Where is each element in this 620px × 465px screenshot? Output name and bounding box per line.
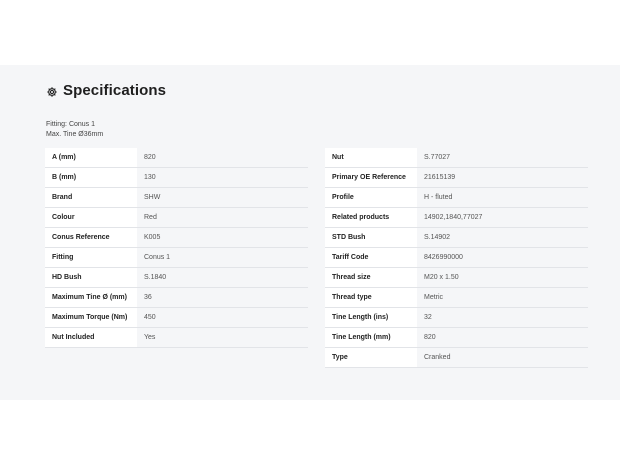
- spec-key: Tariff Code: [325, 248, 417, 267]
- spec-key: Colour: [45, 208, 137, 227]
- spec-row: Thread size M20 x 1.50: [325, 268, 588, 288]
- spec-value: S.14902: [424, 234, 451, 241]
- spec-row: Primary OE Reference 21615139: [325, 168, 588, 188]
- spec-key: Fitting: [45, 248, 137, 267]
- spec-key: Nut: [325, 148, 417, 167]
- spec-value: S.77027: [424, 154, 451, 161]
- spec-row: B (mm) 130: [45, 168, 308, 188]
- spec-value: S.1840: [144, 274, 167, 281]
- spec-key: Maximum Torque (Nm): [45, 308, 137, 327]
- spec-value: Cranked: [424, 354, 451, 361]
- spec-table-right: Nut S.77027 Primary OE Reference 21615139 Pr…: [325, 148, 588, 368]
- spec-row: Tine Length (mm) 820: [325, 328, 588, 348]
- spec-row: Nut S.77027: [325, 148, 588, 168]
- spec-row: Profile H - fluted: [325, 188, 588, 208]
- fitting-notes: Fitting: Conus 1 Max. Tine Ø36mm: [46, 120, 103, 140]
- spec-row: STD Bush S.14902: [325, 228, 588, 248]
- spec-key: Nut Included: [45, 328, 137, 347]
- spec-row: Maximum Torque (Nm) 450: [45, 308, 308, 328]
- spec-value: 820: [424, 334, 436, 341]
- spec-key: Thread type: [325, 288, 417, 307]
- spec-row: Tariff Code 8426990000: [325, 248, 588, 268]
- spec-key: STD Bush: [325, 228, 417, 247]
- section-title: Specifications: [63, 82, 167, 99]
- spec-key: Primary OE Reference: [325, 168, 417, 187]
- spec-row: Type Cranked: [325, 348, 588, 368]
- spec-row: Related products 14902,1840,77027: [325, 208, 588, 228]
- spec-row: HD Bush S.1840: [45, 268, 308, 288]
- spec-value: M20 x 1.50: [424, 274, 459, 281]
- spec-row: Brand SHW: [45, 188, 308, 208]
- spec-key: Brand: [45, 188, 137, 207]
- spec-row: A (mm) 820: [45, 148, 308, 168]
- spec-row: Nut Included Yes: [45, 328, 308, 348]
- spec-key: A (mm): [45, 148, 137, 167]
- section-header: Specifications: [46, 82, 166, 99]
- spec-row: Tine Length (ins) 32: [325, 308, 588, 328]
- spec-key: Conus Reference: [45, 228, 137, 247]
- spec-value: SHW: [144, 194, 161, 201]
- spec-value: 21615139: [424, 174, 456, 181]
- spec-row: Colour Red: [45, 208, 308, 228]
- spec-key: HD Bush: [45, 268, 137, 287]
- spec-key: Tine Length (ins): [325, 308, 417, 327]
- spec-key: B (mm): [45, 168, 137, 187]
- spec-row: Thread type Metric: [325, 288, 588, 308]
- spec-value: H - fluted: [424, 194, 453, 201]
- spec-value: Yes: [144, 334, 156, 341]
- spec-value: 820: [144, 154, 156, 161]
- spec-table-left: A (mm) 820 B (mm) 130 Brand SHW Colour Red Conus…: [45, 148, 308, 348]
- spec-key: Thread size: [325, 268, 417, 287]
- fitting-note: Fitting: Conus 1: [46, 121, 96, 128]
- spec-value: 450: [144, 314, 156, 321]
- spec-value: Red: [144, 214, 157, 221]
- spec-value: K005: [144, 234, 161, 241]
- spec-value: 130: [144, 174, 156, 181]
- spec-value: 14902,1840,77027: [424, 214, 483, 221]
- spec-value: Metric: [424, 294, 444, 301]
- spec-value: 8426990000: [424, 254, 463, 261]
- spec-key: Related products: [325, 208, 417, 227]
- spec-value: Conus 1: [144, 254, 171, 261]
- spec-key: Type: [325, 348, 417, 367]
- spec-row: Conus Reference K005: [45, 228, 308, 248]
- spec-key: Tine Length (mm): [325, 328, 417, 347]
- spec-row: Fitting Conus 1: [45, 248, 308, 268]
- spec-value: 36: [144, 294, 152, 301]
- spec-value: 32: [424, 314, 432, 321]
- spec-row: Maximum Tine Ø (mm) 36: [45, 288, 308, 308]
- spec-key: Profile: [325, 188, 417, 207]
- gear-icon: [46, 85, 58, 97]
- max-tine-note: Max. Tine Ø36mm: [46, 131, 104, 138]
- spec-key: Maximum Tine Ø (mm): [45, 288, 137, 307]
